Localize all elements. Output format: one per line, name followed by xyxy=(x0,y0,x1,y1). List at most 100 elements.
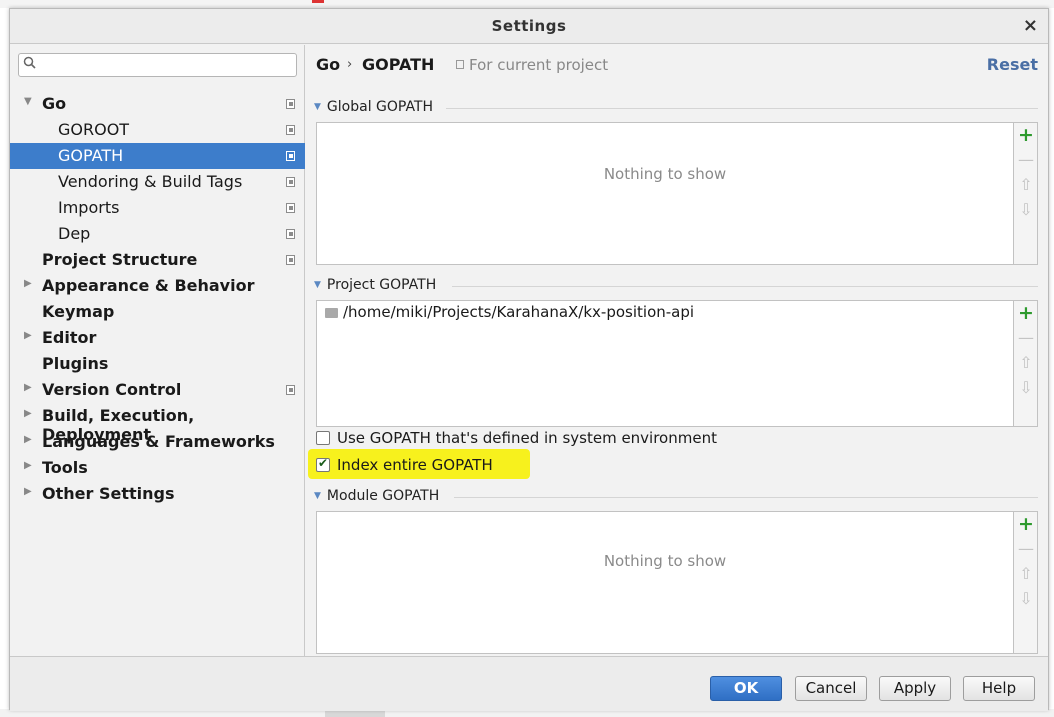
global-gopath-list[interactable]: Nothing to show xyxy=(316,122,1014,265)
add-path-button[interactable]: + xyxy=(1014,302,1038,324)
module-gopath-header[interactable]: ▼ Module GOPATH xyxy=(314,488,439,504)
use-system-env-checkbox[interactable] xyxy=(316,431,330,445)
sidebar-item-vendoring[interactable]: Vendoring & Build Tags xyxy=(10,169,305,195)
project-scope-icon xyxy=(456,60,464,69)
sidebar-item-version-control[interactable]: ▶ Version Control xyxy=(10,377,305,403)
background-ide-strip xyxy=(0,0,1054,8)
sidebar-item-tools[interactable]: ▶ Tools xyxy=(10,455,305,481)
sidebar-item-label: Other Settings xyxy=(42,484,175,503)
collapsed-arrow-icon[interactable]: ▶ xyxy=(24,460,32,471)
move-down-button[interactable]: ⇩ xyxy=(1014,589,1038,608)
sidebar-item-build[interactable]: ▶ Build, Execution, Deployment xyxy=(10,403,305,444)
collapsed-arrow-icon[interactable]: ▶ xyxy=(24,278,32,289)
global-gopath-title: Global GOPATH xyxy=(326,99,434,115)
sidebar-item-goroot[interactable]: GOROOT xyxy=(10,117,305,143)
project-scope-icon xyxy=(286,151,295,161)
page-title: GOPATH xyxy=(362,55,435,74)
sidebar-item-other-settings[interactable]: ▶ Other Settings xyxy=(10,481,305,507)
list-item[interactable]: /home/miki/Projects/KarahanaX/kx-positio… xyxy=(325,303,694,321)
collapsed-arrow-icon[interactable]: ▶ xyxy=(24,382,32,393)
section-divider xyxy=(452,286,1038,287)
use-system-env-option[interactable]: Use GOPATH that's defined in system envi… xyxy=(316,429,717,447)
move-down-button[interactable]: ⇩ xyxy=(1014,200,1038,219)
sidebar-item-project-structure[interactable]: Project Structure xyxy=(10,247,305,273)
move-down-button[interactable]: ⇩ xyxy=(1014,378,1038,397)
sidebar-item-imports[interactable]: Imports xyxy=(10,195,305,221)
sidebar-item-label: Plugins xyxy=(42,354,109,373)
path-text: /home/miki/Projects/KarahanaX/kx-positio… xyxy=(343,303,695,321)
add-path-button[interactable]: + xyxy=(1014,513,1038,535)
help-button[interactable]: Help xyxy=(963,676,1035,701)
module-gopath-title: Module GOPATH xyxy=(326,488,440,504)
sidebar-item-label: Dep xyxy=(58,224,91,243)
project-gopath-list[interactable]: /home/miki/Projects/KarahanaX/kx-positio… xyxy=(316,300,1014,427)
sidebar-item-label: Appearance & Behavior xyxy=(42,276,255,295)
index-entire-option[interactable]: Index entire GOPATH xyxy=(308,449,530,479)
use-system-env-label: Use GOPATH that's defined in system envi… xyxy=(337,429,717,447)
folder-icon xyxy=(325,308,338,318)
index-entire-label: Index entire GOPATH xyxy=(337,456,493,474)
index-entire-checkbox[interactable] xyxy=(316,456,330,472)
sidebar-item-label: Project Structure xyxy=(42,250,198,269)
sidebar-item-languages[interactable]: ▶ Languages & Frameworks xyxy=(10,429,305,455)
apply-button[interactable]: Apply xyxy=(879,676,951,701)
background-marker xyxy=(312,0,324,3)
project-scope-icon xyxy=(286,385,295,395)
search-icon xyxy=(23,56,37,74)
section-collapse-icon: ▼ xyxy=(314,280,321,290)
project-scope-icon xyxy=(286,99,295,109)
scope-label: For current project xyxy=(469,56,609,74)
settings-content: Go › GOPATH For current project Reset ▼ G… xyxy=(306,45,1048,656)
sidebar-item-plugins[interactable]: Plugins xyxy=(10,351,305,377)
project-gopath-header[interactable]: ▼ Project GOPATH xyxy=(314,277,436,293)
close-button[interactable]: × xyxy=(1023,15,1038,36)
section-divider xyxy=(454,497,1038,498)
sidebar-item-label: Go xyxy=(42,94,67,113)
sidebar-item-go[interactable]: ▼ Go xyxy=(10,91,305,117)
sidebar-item-label: Imports xyxy=(58,198,120,217)
breadcrumb-root: Go xyxy=(316,55,341,74)
reset-link[interactable]: Reset xyxy=(987,55,1038,74)
remove-path-button[interactable]: — xyxy=(1014,539,1038,558)
move-up-button[interactable]: ⇧ xyxy=(1014,175,1038,194)
empty-list-text: Nothing to show xyxy=(603,552,727,570)
sidebar-item-label: Vendoring & Build Tags xyxy=(58,172,243,191)
collapsed-arrow-icon[interactable]: ▶ xyxy=(24,486,32,497)
sidebar-item-label: Tools xyxy=(42,458,88,477)
dialog-titlebar: Settings × xyxy=(10,9,1048,44)
sidebar-item-keymap[interactable]: Keymap xyxy=(10,299,305,325)
collapsed-arrow-icon[interactable]: ▶ xyxy=(24,330,32,341)
move-up-button[interactable]: ⇧ xyxy=(1014,353,1038,372)
dialog-title: Settings xyxy=(491,17,567,35)
sidebar-item-label: Languages & Frameworks xyxy=(42,432,275,451)
project-scope-icon xyxy=(286,177,295,187)
settings-sidebar: ▼ Go GOROOT GOPATH Vendoring & Build Tag… xyxy=(10,45,305,656)
cancel-button[interactable]: Cancel xyxy=(795,676,867,701)
project-scope-icon xyxy=(286,203,295,213)
module-gopath-toolbar: + — ⇧ ⇩ xyxy=(1014,511,1038,654)
search-box[interactable] xyxy=(18,53,297,77)
empty-list-text: Nothing to show xyxy=(603,165,727,183)
remove-path-button[interactable]: — xyxy=(1014,150,1038,169)
sidebar-item-label: GOPATH xyxy=(58,146,124,165)
section-collapse-icon: ▼ xyxy=(314,102,321,112)
sidebar-item-dep[interactable]: Dep xyxy=(10,221,305,247)
collapsed-arrow-icon[interactable]: ▶ xyxy=(24,408,32,419)
module-gopath-list[interactable]: Nothing to show xyxy=(316,511,1014,654)
global-gopath-toolbar: + — ⇧ ⇩ xyxy=(1014,122,1038,265)
sidebar-item-editor[interactable]: ▶ Editor xyxy=(10,325,305,351)
ok-button[interactable]: OK xyxy=(710,676,782,701)
section-collapse-icon: ▼ xyxy=(314,491,321,501)
project-gopath-toolbar: + — ⇧ ⇩ xyxy=(1014,300,1038,427)
remove-path-button[interactable]: — xyxy=(1014,328,1038,347)
move-up-button[interactable]: ⇧ xyxy=(1014,564,1038,583)
expanded-arrow-icon[interactable]: ▼ xyxy=(24,96,32,107)
collapsed-arrow-icon[interactable]: ▶ xyxy=(24,434,32,445)
search-input[interactable] xyxy=(41,56,291,74)
add-path-button[interactable]: + xyxy=(1014,124,1038,146)
dialog-footer: OK Cancel Apply Help xyxy=(10,656,1048,711)
sidebar-item-gopath[interactable]: GOPATH xyxy=(10,143,305,169)
sidebar-item-appearance[interactable]: ▶ Appearance & Behavior xyxy=(10,273,305,299)
sidebar-item-label: Version Control xyxy=(42,380,182,399)
global-gopath-header[interactable]: ▼ Global GOPATH xyxy=(314,99,433,115)
